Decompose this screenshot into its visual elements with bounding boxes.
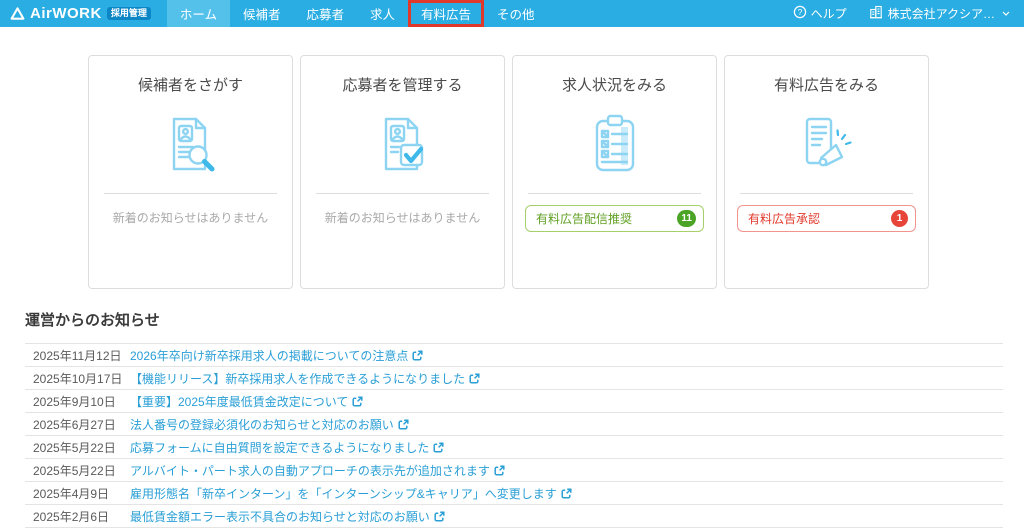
notice-date: 2025年2月6日: [33, 509, 110, 524]
external-link-icon: [433, 441, 444, 453]
card-job-status[interactable]: 求人状況をみる 有料広告配信推奨 11: [512, 55, 717, 289]
nav-paid-ads[interactable]: 有料広告: [408, 0, 484, 27]
notice-row: 2025年5月22日 応募フォームに自由質問を設定できるようになりました: [25, 435, 1003, 458]
top-navigation-bar: AirWORK 採用管理 ホーム 候補者 応募者 求人 有料広告 その他 ? ヘ…: [0, 0, 1024, 27]
notice-date: 2025年4月9日: [33, 486, 110, 501]
paid-ad-icon: [725, 105, 928, 185]
notice-link[interactable]: 【重要】2025年度最低賃金改定について: [130, 393, 363, 410]
notice-row: 2025年10月17日 【機能リリース】新卒採用求人を作成できるようになりました: [25, 366, 1003, 389]
notice-row: 2025年2月6日 最低賃金額エラー表示不具合のお知らせと対応のお願い: [25, 504, 1003, 527]
notice-date: 2025年9月10日: [33, 394, 116, 409]
action-label: 有料広告配信推奨: [536, 212, 633, 226]
notice-title: 雇用形態名「新卒インターン」を「インターンシップ&キャリア」へ変更します: [130, 486, 557, 501]
notice-row: 2025年5月22日 アルバイト・パート求人の自動アプローチの表示先が追加されま…: [25, 458, 1003, 481]
external-link-icon: [494, 464, 505, 476]
card-divider: [104, 193, 277, 194]
notice-date: 2025年6月27日: [33, 417, 116, 432]
notice-link[interactable]: 応募フォームに自由質問を設定できるようになりました: [130, 439, 444, 456]
card-title: 応募者を管理する: [342, 77, 463, 94]
nav-candidates[interactable]: 候補者: [230, 0, 294, 27]
external-link-icon: [434, 510, 445, 522]
card-paid-ads[interactable]: 有料広告をみる 有料広告承認 1: [724, 55, 929, 289]
notice-row: 2025年6月27日 法人番号の登録必須化のお知らせと対応のお願い: [25, 412, 1003, 435]
card-status-text: 新着のお知らせはありません: [112, 211, 269, 225]
external-link-icon: [412, 349, 423, 361]
nav-home[interactable]: ホーム: [166, 0, 230, 27]
applicant-manage-icon: [301, 105, 504, 185]
notice-row: 2025年9月10日 【重要】2025年度最低賃金改定について: [25, 389, 1003, 412]
candidate-search-icon: [89, 105, 292, 185]
account-menu[interactable]: 株式会社アクシア…: [859, 5, 1024, 22]
notice-title: 【機能リリース】新卒採用求人を作成できるようになりました: [130, 371, 466, 386]
count-badge: 11: [677, 210, 696, 227]
notice-title: 応募フォームに自由質問を設定できるようになりました: [130, 440, 430, 455]
notice-row: 2025年11月12日 2026年卒向け新卒採用求人の掲載についての注意点: [25, 343, 1003, 366]
paid-ad-approval-button[interactable]: 有料広告承認 1: [737, 205, 916, 232]
account-name: 株式会社アクシア…: [887, 7, 995, 21]
card-divider: [528, 193, 701, 194]
external-link-icon: [561, 487, 572, 499]
notice-link[interactable]: 2026年卒向け新卒採用求人の掲載についての注意点: [130, 347, 423, 364]
card-divider: [740, 193, 913, 194]
notices-heading: 運営からのお知らせ: [25, 312, 160, 329]
notice-link[interactable]: 最低賃金額エラー表示不具合のお知らせと対応のお願い: [130, 508, 445, 525]
header-right: ? ヘルプ 株式会社アクシア…: [781, 0, 1024, 27]
svg-text:?: ?: [797, 7, 802, 17]
card-applicant-manage[interactable]: 応募者を管理する 新着のお知らせはありません: [300, 55, 505, 289]
notice-list: 2025年11月12日 2026年卒向け新卒採用求人の掲載についての注意点 20…: [25, 343, 1003, 528]
card-divider: [316, 193, 489, 194]
logo-badge: 採用管理: [106, 7, 151, 20]
notice-date: 2025年11月12日: [33, 348, 122, 363]
card-title: 有料広告をみる: [773, 77, 879, 94]
help-link[interactable]: ? ヘルプ: [781, 5, 859, 22]
airwork-triangle-icon: [10, 6, 25, 21]
nav-jobs[interactable]: 求人: [357, 0, 408, 27]
action-label: 有料広告承認: [748, 212, 821, 226]
job-status-icon: [513, 105, 716, 185]
help-question-icon: ?: [793, 5, 807, 22]
notice-link[interactable]: 法人番号の登録必須化のお知らせと対応のお願い: [130, 416, 409, 433]
nav-others[interactable]: その他: [484, 0, 548, 27]
notice-title: アルバイト・パート求人の自動アプローチの表示先が追加されます: [130, 463, 490, 478]
notice-link[interactable]: 【機能リリース】新卒採用求人を作成できるようになりました: [130, 370, 480, 387]
notice-link[interactable]: 雇用形態名「新卒インターン」を「インターンシップ&キャリア」へ変更します: [130, 485, 572, 502]
notice-title: 法人番号の登録必須化のお知らせと対応のお願い: [130, 417, 394, 432]
notice-title: 【重要】2025年度最低賃金改定について: [130, 394, 349, 409]
notice-row: 2025年4月9日 雇用形態名「新卒インターン」を「インターンシップ&キャリア」…: [25, 481, 1003, 504]
notice-title: 2026年卒向け新卒採用求人の掲載についての注意点: [130, 348, 409, 363]
nav-applicants[interactable]: 応募者: [294, 0, 358, 27]
notice-date: 2025年10月17日: [33, 371, 123, 386]
chevron-down-icon: [1002, 11, 1010, 16]
operator-notices-section: 運営からのお知らせ 2025年11月12日 2026年卒向け新卒採用求人の掲載に…: [25, 309, 1003, 528]
external-link-icon: [398, 418, 409, 430]
card-title: 候補者をさがす: [137, 77, 243, 94]
paid-ad-recommend-button[interactable]: 有料広告配信推奨 11: [525, 205, 704, 232]
shortcut-cards: 候補者をさがす 新着のお知らせはありません 応募者を管理する 新着のお知らせはあ…: [88, 55, 1024, 289]
company-building-icon: [869, 5, 883, 22]
count-badge: 1: [891, 210, 908, 227]
card-title: 求人状況をみる: [561, 77, 667, 94]
card-status-text: 新着のお知らせはありません: [324, 211, 481, 225]
main-nav: ホーム 候補者 応募者 求人 有料広告 その他: [166, 0, 548, 27]
external-link-icon: [352, 395, 363, 407]
card-candidate-search[interactable]: 候補者をさがす 新着のお知らせはありません: [88, 55, 293, 289]
header-spacer: [548, 0, 781, 27]
notice-date: 2025年5月22日: [33, 440, 116, 455]
brand-name: AirWORK: [30, 5, 102, 22]
app-logo[interactable]: AirWORK 採用管理: [0, 0, 167, 27]
notice-link[interactable]: アルバイト・パート求人の自動アプローチの表示先が追加されます: [130, 462, 505, 479]
notice-title: 最低賃金額エラー表示不具合のお知らせと対応のお願い: [130, 509, 430, 524]
notice-date: 2025年5月22日: [33, 463, 116, 478]
external-link-icon: [469, 372, 480, 384]
help-label: ヘルプ: [810, 7, 847, 21]
